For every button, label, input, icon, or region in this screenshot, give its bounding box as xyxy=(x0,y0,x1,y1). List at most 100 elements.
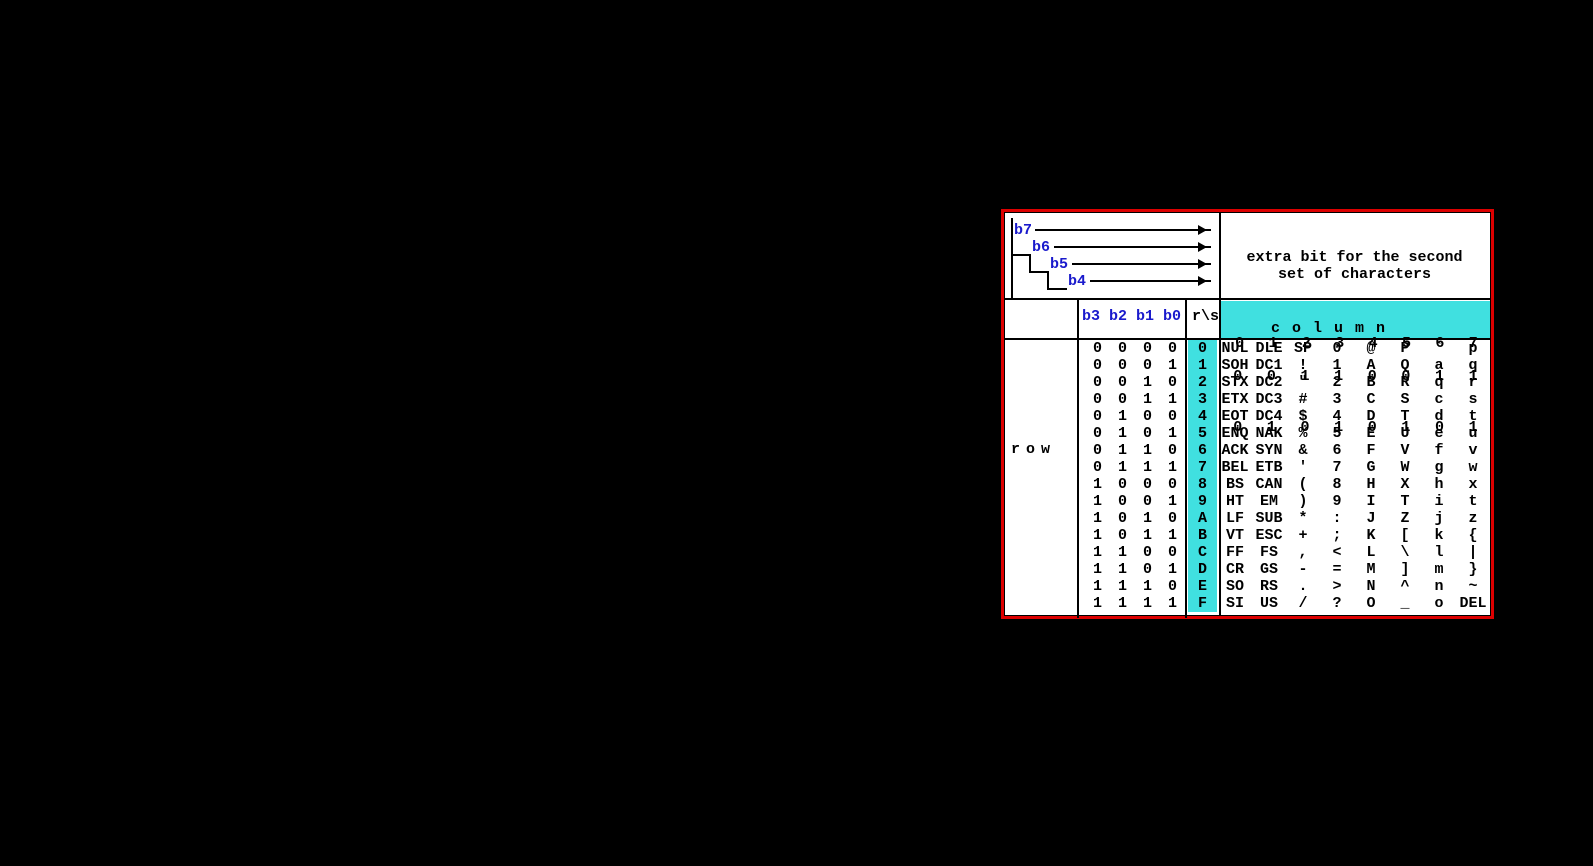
ascii-cell: % xyxy=(1286,425,1320,442)
bit-value: 1 xyxy=(1135,527,1160,544)
ascii-cell: & xyxy=(1286,442,1320,459)
hex-index: 7 xyxy=(1188,459,1217,476)
bit-value: 1 xyxy=(1135,374,1160,391)
ascii-cell: 5 xyxy=(1320,425,1354,442)
ascii-cell: DC2 xyxy=(1252,374,1286,391)
ascii-cell: I xyxy=(1354,493,1388,510)
hex-index: 5 xyxy=(1188,425,1217,442)
ascii-cell: + xyxy=(1286,527,1320,544)
bit-value: 1 xyxy=(1160,425,1185,442)
ascii-cell: k xyxy=(1422,527,1456,544)
bit-value: 0 xyxy=(1085,374,1110,391)
bit-value: 0 xyxy=(1110,374,1135,391)
ascii-cell: e xyxy=(1422,425,1456,442)
table-row: 01004EOTDC4$4DTdt xyxy=(1005,408,1490,425)
table-row: 01015ENQNAK%5EUeu xyxy=(1005,425,1490,442)
ascii-cell: DC1 xyxy=(1252,357,1286,374)
ascii-cell: q xyxy=(1422,374,1456,391)
ascii-cell: [ xyxy=(1388,527,1422,544)
bit-value: 1 xyxy=(1085,476,1110,493)
bit-value: 1 xyxy=(1110,442,1135,459)
ascii-cell: T xyxy=(1388,493,1422,510)
table-row: 1100CFFFS,<L\l| xyxy=(1005,544,1490,561)
ascii-cell: ' xyxy=(1286,459,1320,476)
ascii-cell: ~ xyxy=(1456,578,1490,595)
ascii-cell: S xyxy=(1388,391,1422,408)
ascii-cell: z xyxy=(1456,510,1490,527)
ascii-cell: @ xyxy=(1354,340,1388,357)
bit-value: 1 xyxy=(1085,561,1110,578)
bit-value: 0 xyxy=(1110,527,1135,544)
bit-value: 0 xyxy=(1160,442,1185,459)
bit-value: 1 xyxy=(1135,459,1160,476)
ascii-cell: t xyxy=(1456,493,1490,510)
ascii-cell: E xyxy=(1354,425,1388,442)
ascii-cell: w xyxy=(1456,459,1490,476)
bit-value: 0 xyxy=(1160,476,1185,493)
ascii-cell: DEL xyxy=(1456,595,1490,612)
hex-index: 3 xyxy=(1188,391,1217,408)
ascii-cell: VT xyxy=(1218,527,1252,544)
bit-value: 1 xyxy=(1135,391,1160,408)
ascii-cell: DC3 xyxy=(1252,391,1286,408)
ascii-cell: s xyxy=(1456,391,1490,408)
ascii-cell: q xyxy=(1456,357,1490,374)
ascii-cell: h xyxy=(1422,476,1456,493)
ascii-cell: NAK xyxy=(1252,425,1286,442)
ascii-cell: ^ xyxy=(1388,578,1422,595)
ascii-cell: O xyxy=(1354,595,1388,612)
bit-value: 1 xyxy=(1110,561,1135,578)
bit-value: 0 xyxy=(1085,391,1110,408)
ascii-cell: J xyxy=(1354,510,1388,527)
bit-value: 0 xyxy=(1135,340,1160,357)
ascii-cell: Q xyxy=(1388,357,1422,374)
table-row: 1101DCRGS-=M]m} xyxy=(1005,561,1490,578)
bit-value: 0 xyxy=(1160,544,1185,561)
ascii-cell: L xyxy=(1354,544,1388,561)
ascii-cell: t xyxy=(1456,408,1490,425)
hex-index: F xyxy=(1188,595,1217,612)
ascii-cell: = xyxy=(1320,561,1354,578)
ascii-cell: / xyxy=(1286,595,1320,612)
ascii-cell: B xyxy=(1354,374,1388,391)
ascii-cell: G xyxy=(1354,459,1388,476)
ascii-cell: X xyxy=(1388,476,1422,493)
ascii-cell: ? xyxy=(1320,595,1354,612)
hex-index: C xyxy=(1188,544,1217,561)
ascii-cell: * xyxy=(1286,510,1320,527)
ascii-cell: RS xyxy=(1252,578,1286,595)
hex-index: 1 xyxy=(1188,357,1217,374)
bit-value: 1 xyxy=(1110,595,1135,612)
ascii-cell: ACK xyxy=(1218,442,1252,459)
bit-value: 1 xyxy=(1160,527,1185,544)
ascii-cell: DLE xyxy=(1252,340,1286,357)
ascii-cell: EOT xyxy=(1218,408,1252,425)
table-row: 10008BSCAN(8HXhx xyxy=(1005,476,1490,493)
column-word: column xyxy=(1271,320,1397,337)
hex-index: 9 xyxy=(1188,493,1217,510)
bit-value: 1 xyxy=(1135,442,1160,459)
hex-index: 4 xyxy=(1188,408,1217,425)
ascii-cell: SUB xyxy=(1252,510,1286,527)
bit-value: 0 xyxy=(1085,442,1110,459)
bit-value: 0 xyxy=(1135,357,1160,374)
arrow-b4 xyxy=(1090,280,1211,282)
ascii-cell: g xyxy=(1422,459,1456,476)
bit-value: 0 xyxy=(1160,374,1185,391)
ascii-cell: ` xyxy=(1422,340,1456,357)
bit-value: 1 xyxy=(1085,527,1110,544)
ascii-cell: N xyxy=(1354,578,1388,595)
bit-value: 0 xyxy=(1085,459,1110,476)
ascii-cell: 2 xyxy=(1320,374,1354,391)
ascii-cell: P xyxy=(1388,340,1422,357)
stair-2 xyxy=(1029,254,1049,273)
bit-value: 0 xyxy=(1085,340,1110,357)
table-row: 00102STXDC2"2BRqr xyxy=(1005,374,1490,391)
bit-value: 1 xyxy=(1160,595,1185,612)
ascii-cell: ETX xyxy=(1218,391,1252,408)
table-row: 1010ALFSUB*:JZjz xyxy=(1005,510,1490,527)
ascii-cell: SOH xyxy=(1218,357,1252,374)
ascii-cell: c xyxy=(1422,391,1456,408)
bit-value: 1 xyxy=(1135,510,1160,527)
ascii-cell: DC4 xyxy=(1252,408,1286,425)
